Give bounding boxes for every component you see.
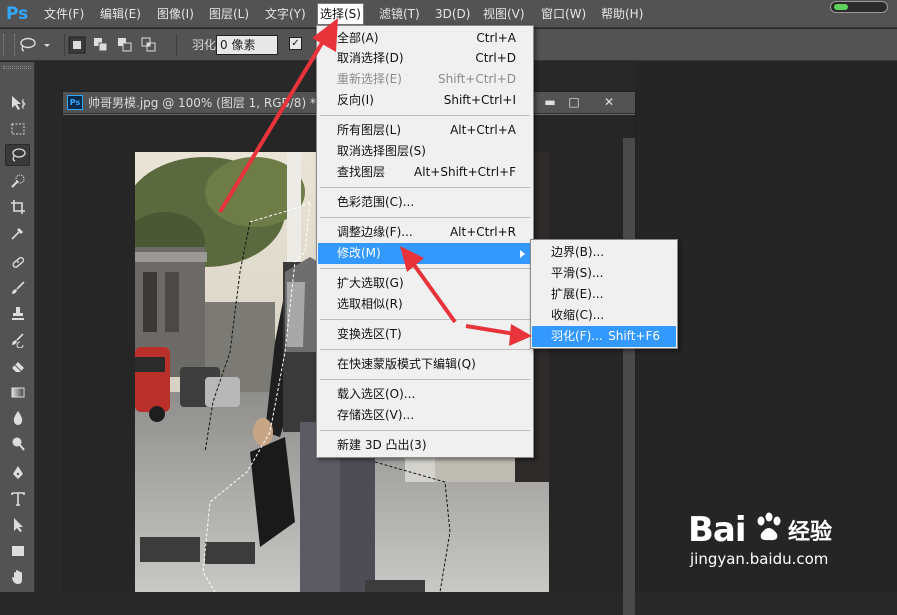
- menu-item-grow[interactable]: 扩大选取(G): [318, 273, 532, 294]
- menu-item-select-all[interactable]: 全部(A) Ctrl+A: [318, 28, 532, 49]
- menu-item-reselect[interactable]: 重新选择(E) Shift+Ctrl+D: [318, 69, 532, 90]
- clone-stamp-tool-icon[interactable]: [5, 303, 30, 325]
- lasso-tool-icon[interactable]: [5, 144, 30, 166]
- close-icon[interactable]: ✕: [596, 94, 622, 110]
- menu-item-modify[interactable]: 修改(M): [318, 243, 532, 264]
- lasso-icon[interactable]: [18, 36, 36, 54]
- menu-item-save-selection[interactable]: 存储选区(V)...: [318, 405, 532, 426]
- menu-separator: [320, 430, 530, 431]
- menu-bar: Ps 文件(F) 编辑(E) 图像(I) 图层(L) 文字(Y) 选择(S) 滤…: [0, 0, 897, 28]
- submenu-item-border[interactable]: 边界(B)...: [532, 242, 676, 263]
- menu-3d[interactable]: 3D(D): [433, 4, 472, 24]
- tools-panel: [0, 62, 35, 592]
- history-brush-tool-icon[interactable]: [5, 329, 30, 351]
- document-title: 帅哥男模.jpg @ 100% (图层 1, RGB/8) *: [88, 96, 316, 110]
- menu-type[interactable]: 文字(Y): [263, 4, 308, 24]
- menu-image[interactable]: 图像(I): [155, 4, 196, 24]
- path-select-tool-icon[interactable]: [5, 514, 30, 536]
- rectangle-tool-icon[interactable]: [5, 540, 30, 562]
- subtract-selection-icon[interactable]: [116, 36, 134, 54]
- menu-item-refine-edge[interactable]: 调整边缘(F)... Alt+Ctrl+R: [318, 222, 532, 243]
- eyedropper-tool-icon[interactable]: [5, 222, 30, 244]
- tool-preset-chevron-icon[interactable]: [42, 36, 52, 54]
- menu-file[interactable]: 文件(F): [42, 4, 86, 24]
- baidu-jingyan-watermark: Bai 经验 jingyan.baidu.com: [688, 506, 888, 584]
- menu-item-transform-selection[interactable]: 变换选区(T): [318, 324, 532, 345]
- menu-item-load-selection[interactable]: 载入选区(O)...: [318, 384, 532, 405]
- menu-window[interactable]: 窗口(W): [539, 4, 588, 24]
- menu-separator: [320, 217, 530, 218]
- menu-item-color-range[interactable]: 色彩范围(C)...: [318, 192, 532, 213]
- watermark-brand: Bai: [688, 510, 747, 550]
- submenu-item-feather[interactable]: 羽化(F)... Shift+F6: [532, 326, 676, 347]
- menu-separator: [320, 115, 530, 116]
- add-selection-icon[interactable]: [92, 36, 110, 54]
- move-tool-icon[interactable]: [5, 92, 30, 114]
- menu-filter[interactable]: 滤镜(T): [377, 4, 422, 24]
- menu-view[interactable]: 视图(V): [481, 4, 527, 24]
- menu-item-inverse[interactable]: 反向(I) Shift+Ctrl+I: [318, 90, 532, 111]
- menu-item-new-3d-extrusion[interactable]: 新建 3D 凸出(3): [318, 435, 532, 456]
- minimize-icon[interactable]: ▬: [537, 94, 563, 110]
- menu-item-deselect[interactable]: 取消选择(D) Ctrl+D: [318, 48, 532, 69]
- healing-brush-tool-icon[interactable]: [5, 251, 30, 273]
- menu-help[interactable]: 帮助(H): [599, 4, 645, 24]
- select-menu-dropdown: 全部(A) Ctrl+A 取消选择(D) Ctrl+D 重新选择(E) Shift+C…: [316, 25, 534, 458]
- menu-edit[interactable]: 编辑(E): [98, 4, 143, 24]
- divider: [64, 34, 65, 56]
- submenu-item-smooth[interactable]: 平滑(S)...: [532, 263, 676, 284]
- type-tool-icon[interactable]: [5, 488, 30, 510]
- submenu-item-expand[interactable]: 扩展(E)...: [532, 284, 676, 305]
- menu-item-find-layers[interactable]: 查找图层 Alt+Shift+Ctrl+F: [318, 162, 532, 183]
- antialias-checkbox[interactable]: ✓: [289, 37, 302, 50]
- blur-tool-icon[interactable]: [5, 407, 30, 429]
- menu-separator: [320, 349, 530, 350]
- submenu-arrow-icon: [520, 250, 525, 258]
- menu-item-deselect-layers[interactable]: 取消选择图层(S): [318, 141, 532, 162]
- photoshop-logo: Ps: [6, 4, 29, 24]
- menu-select[interactable]: 选择(S): [317, 3, 364, 25]
- watermark-brand-suffix: 经验: [788, 520, 833, 545]
- baidu-paw-icon: [757, 512, 781, 541]
- intersect-selection-icon[interactable]: [140, 36, 158, 54]
- pen-tool-icon[interactable]: [5, 462, 30, 484]
- progress-indicator: [830, 1, 888, 13]
- document-scrollbar[interactable]: [623, 138, 635, 615]
- menu-separator: [320, 319, 530, 320]
- submenu-item-contract[interactable]: 收缩(C)...: [532, 305, 676, 326]
- new-selection-icon[interactable]: [68, 36, 86, 54]
- menu-separator: [320, 379, 530, 380]
- eraser-tool-icon[interactable]: [5, 355, 30, 377]
- watermark-url: jingyan.baidu.com: [690, 550, 829, 568]
- crop-tool-icon[interactable]: [5, 196, 30, 218]
- menu-separator: [320, 187, 530, 188]
- hand-tool-icon[interactable]: [5, 566, 30, 588]
- feather-input[interactable]: 0 像素: [216, 35, 278, 55]
- options-grip: [3, 34, 15, 56]
- restore-icon[interactable]: □: [561, 94, 587, 110]
- menu-item-similar[interactable]: 选取相似(R): [318, 294, 532, 315]
- menu-layer[interactable]: 图层(L): [207, 4, 251, 24]
- brush-tool-icon[interactable]: [5, 277, 30, 299]
- panel-grip: [3, 66, 31, 69]
- quick-select-tool-icon[interactable]: [5, 170, 30, 192]
- marquee-tool-icon[interactable]: [5, 118, 30, 140]
- gradient-tool-icon[interactable]: [5, 381, 30, 403]
- dodge-tool-icon[interactable]: [5, 433, 30, 455]
- modify-submenu: 边界(B)... 平滑(S)... 扩展(E)... 收缩(C)... 羽化(F…: [530, 239, 678, 349]
- menu-item-quick-mask[interactable]: 在快速蒙版模式下编辑(Q): [318, 354, 532, 375]
- menu-item-all-layers[interactable]: 所有图层(L) Alt+Ctrl+A: [318, 120, 532, 141]
- divider: [176, 34, 177, 56]
- ps-document-icon: Ps: [67, 95, 83, 110]
- menu-separator: [320, 268, 530, 269]
